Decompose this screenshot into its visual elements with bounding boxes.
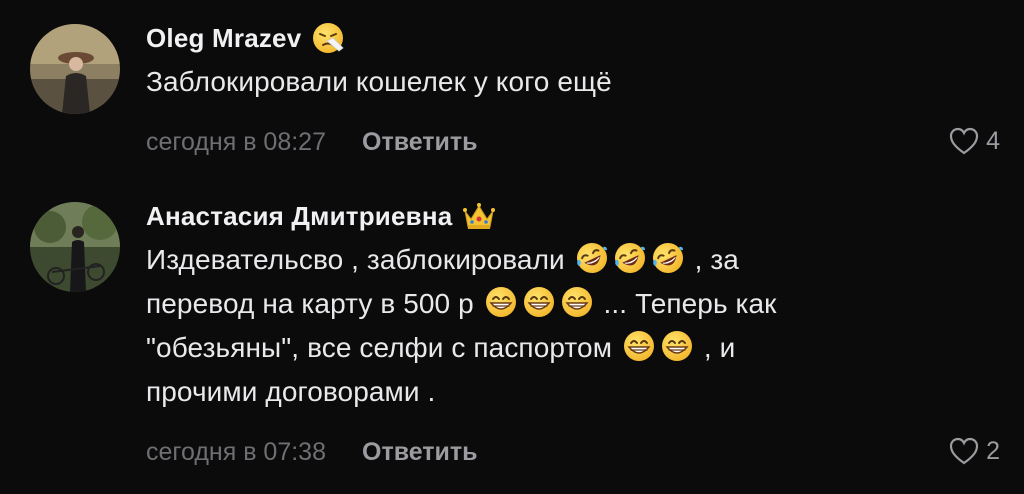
author-name[interactable]: Oleg Mrazev	[146, 23, 301, 54]
comment-text-line: "обезьяны", все селфи с паспортом , и	[146, 326, 1000, 370]
heart-icon	[949, 437, 979, 465]
grinning-face-icon	[660, 329, 694, 363]
reply-button[interactable]: Ответить	[362, 438, 478, 467]
comments-page: Oleg Mrazev Заблокировали кошелек у кого…	[0, 0, 1024, 494]
like-button[interactable]: 4	[948, 126, 1000, 156]
comment-text-line: перевод на карту в 500 р ... Теперь как	[146, 282, 1000, 326]
sneezing-face-icon	[311, 21, 345, 55]
like-count: 2	[986, 436, 1000, 465]
comment-text: Издевательсво , заблокировали , за перев…	[146, 238, 1000, 414]
comment-text-line: Издевательсво , заблокировали , за	[146, 238, 1000, 282]
comment-meta: сегодня в 07:38 Ответить 2	[146, 432, 1000, 472]
comment-time: сегодня в 07:38	[146, 437, 326, 466]
like-count: 4	[986, 126, 1000, 155]
text-fragment: "обезьяны", все селфи с паспортом	[146, 332, 613, 363]
author-row: Анастасия Дмитриевна	[146, 194, 1000, 238]
comment-body: Oleg Mrazev Заблокировали кошелек у кого…	[146, 16, 1000, 104]
comment-text-line: прочими договорами .	[146, 370, 1000, 414]
comment-time: сегодня в 08:27	[146, 127, 326, 156]
text-fragment: перевод на карту в 500 р	[146, 288, 474, 319]
crown-icon	[462, 199, 496, 233]
author-row: Oleg Mrazev	[146, 16, 1000, 60]
text-fragment: ... Теперь как	[603, 288, 777, 319]
grinning-face-icon	[622, 329, 656, 363]
comment-body: Анастасия Дмитриевна Издевательсво , заб…	[146, 194, 1000, 414]
author-name[interactable]: Анастасия Дмитриевна	[146, 201, 452, 232]
text-fragment: , и	[703, 332, 736, 363]
reply-button[interactable]: Ответить	[362, 128, 478, 157]
rofl-face-icon	[651, 241, 685, 275]
grinning-face-icon	[484, 285, 518, 319]
comment-item: Oleg Mrazev Заблокировали кошелек у кого…	[0, 0, 1024, 180]
heart-icon	[949, 127, 979, 155]
text-fragment: прочими договорами .	[146, 376, 436, 407]
avatar[interactable]	[30, 24, 120, 114]
grinning-face-icon	[560, 285, 594, 319]
comment-meta: сегодня в 08:27 Ответить 4	[146, 122, 1000, 162]
text-fragment: , за	[694, 244, 739, 275]
grinning-face-icon	[522, 285, 556, 319]
like-button[interactable]: 2	[948, 436, 1000, 466]
rofl-face-icon	[613, 241, 647, 275]
comment-text: Заблокировали кошелек у кого ещё	[146, 66, 612, 97]
rofl-face-icon	[575, 241, 609, 275]
text-fragment: Издевательсво , заблокировали	[146, 244, 565, 275]
avatar[interactable]	[30, 202, 120, 292]
comment-item: Анастасия Дмитриевна Издевательсво , заб…	[0, 180, 1024, 494]
